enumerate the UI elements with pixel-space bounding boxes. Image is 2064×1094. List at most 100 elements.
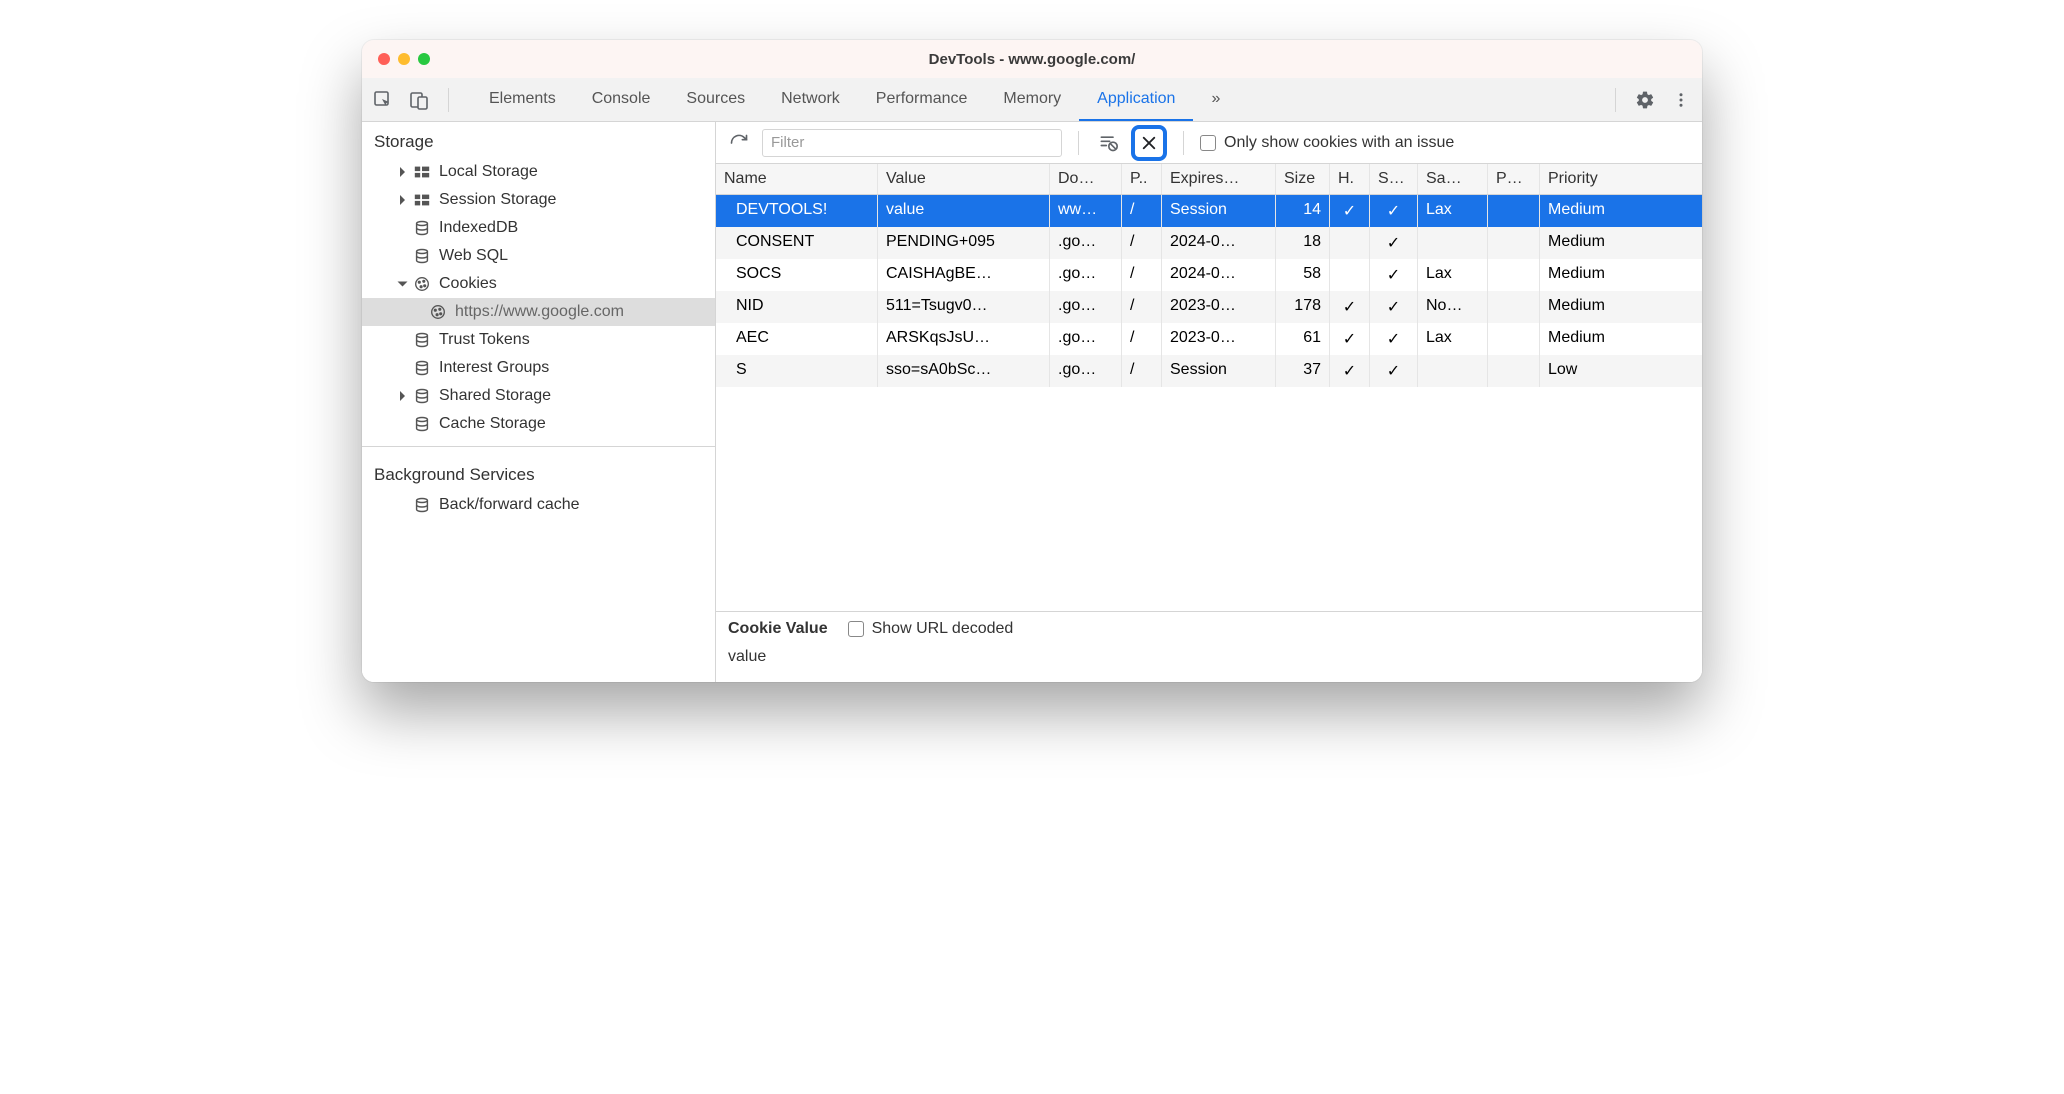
sidebar-item-shared-storage[interactable]: Shared Storage — [362, 382, 715, 410]
cell-domain: .go… — [1050, 355, 1122, 387]
divider — [1183, 131, 1184, 155]
column-header[interactable]: Priority — [1540, 164, 1690, 194]
sidebar-item-interest-groups[interactable]: Interest Groups — [362, 354, 715, 382]
clear-filter-icon[interactable] — [1095, 130, 1121, 156]
column-header[interactable]: Do… — [1050, 164, 1122, 194]
disclosure-triangle-icon[interactable] — [400, 195, 405, 205]
device-toolbar-icon[interactable] — [406, 87, 432, 113]
disclosure-triangle-icon[interactable] — [400, 167, 405, 177]
sidebar-item-label: Web SQL — [439, 247, 508, 265]
cell-secure: ✓ — [1370, 259, 1418, 291]
cell-priority: Medium — [1540, 291, 1690, 323]
tab-performance[interactable]: Performance — [858, 78, 986, 121]
sidebar-item-cookies[interactable]: Cookies — [362, 270, 715, 298]
cell-expires: 2023-0… — [1162, 291, 1276, 323]
divider — [1078, 131, 1079, 155]
db-icon — [413, 496, 431, 514]
settings-icon[interactable] — [1632, 87, 1658, 113]
cell-http — [1330, 259, 1370, 291]
table-row[interactable]: SOCSCAISHAgBE….go…/2024-0…58✓LaxMedium — [716, 259, 1702, 291]
maximize-window-button[interactable] — [418, 53, 430, 65]
column-header[interactable]: Sa… — [1418, 164, 1488, 194]
cookie-icon — [429, 303, 447, 321]
tab-elements[interactable]: Elements — [471, 78, 574, 121]
sidebar-item-https-www-google-com[interactable]: https://www.google.com — [362, 298, 715, 326]
column-header[interactable]: P.. — [1122, 164, 1162, 194]
table-row[interactable]: DEVTOOLS!valueww…/Session14✓✓LaxMedium — [716, 195, 1702, 227]
disclosure-triangle-icon[interactable] — [400, 391, 405, 401]
show-url-decoded-row[interactable]: Show URL decoded — [848, 620, 1014, 638]
more-tabs-icon[interactable]: » — [1193, 78, 1238, 121]
sidebar-item-cache-storage[interactable]: Cache Storage — [362, 410, 715, 438]
show-url-decoded-label: Show URL decoded — [872, 620, 1014, 638]
db-icon — [413, 415, 431, 433]
table-row[interactable]: AECARSKqsJsU….go…/2023-0…61✓✓LaxMedium — [716, 323, 1702, 355]
cell-samesite: No… — [1418, 291, 1488, 323]
sidebar-item-local-storage[interactable]: Local Storage — [362, 158, 715, 186]
column-header[interactable]: Name — [716, 164, 878, 194]
tab-console[interactable]: Console — [574, 78, 669, 121]
show-url-decoded-checkbox[interactable] — [848, 621, 864, 637]
cell-samesite: Lax — [1418, 259, 1488, 291]
inspect-element-icon[interactable] — [370, 87, 396, 113]
cell-secure: ✓ — [1370, 195, 1418, 227]
cell-expires: 2023-0… — [1162, 323, 1276, 355]
filter-input[interactable] — [762, 129, 1062, 157]
cell-path: / — [1122, 259, 1162, 291]
tab-sources[interactable]: Sources — [668, 78, 763, 121]
column-header[interactable]: Expires… — [1162, 164, 1276, 194]
more-icon[interactable] — [1668, 87, 1694, 113]
minimize-window-button[interactable] — [398, 53, 410, 65]
column-header[interactable]: H. — [1330, 164, 1370, 194]
cell-priority: Low — [1540, 355, 1690, 387]
cell-domain: .go… — [1050, 323, 1122, 355]
sidebar-item-label: IndexedDB — [439, 219, 518, 237]
cell-expires: 2024-0… — [1162, 227, 1276, 259]
column-header[interactable]: Value — [878, 164, 1050, 194]
sidebar-item-indexeddb[interactable]: IndexedDB — [362, 214, 715, 242]
cell-expires: 2024-0… — [1162, 259, 1276, 291]
traffic-lights — [362, 53, 430, 65]
table-row[interactable]: NID511=Tsugv0….go…/2023-0…178✓✓No…Medium — [716, 291, 1702, 323]
only-issues-checkbox[interactable] — [1200, 135, 1216, 151]
content-area: Storage Local StorageSession Storage Inde… — [362, 122, 1702, 682]
table-row[interactable]: CONSENTPENDING+095.go…/2024-0…18✓Medium — [716, 227, 1702, 259]
sidebar-item-label: Back/forward cache — [439, 496, 580, 514]
cell-domain: .go… — [1050, 259, 1122, 291]
disclosure-triangle-icon[interactable] — [398, 282, 408, 287]
cell-size: 178 — [1276, 291, 1330, 323]
storage-section-title: Storage — [362, 122, 715, 158]
sidebar-item-back-forward-cache[interactable]: Back/forward cache — [362, 491, 715, 519]
grid-icon — [413, 191, 431, 209]
db-icon — [413, 387, 431, 405]
tab-network[interactable]: Network — [763, 78, 858, 121]
table-row[interactable]: Ssso=sA0bSc….go…/Session37✓✓Low — [716, 355, 1702, 387]
refresh-icon[interactable] — [726, 130, 752, 156]
sidebar-item-label: Interest Groups — [439, 359, 549, 377]
cell-path: / — [1122, 323, 1162, 355]
cell-name: SOCS — [716, 259, 878, 291]
clear-all-cookies-button[interactable] — [1131, 125, 1167, 161]
cell-priority: Medium — [1540, 259, 1690, 291]
sidebar-item-session-storage[interactable]: Session Storage — [362, 186, 715, 214]
window-title: DevTools - www.google.com/ — [362, 51, 1702, 68]
cell-value: value — [878, 195, 1050, 227]
column-header[interactable]: P… — [1488, 164, 1540, 194]
sidebar-item-trust-tokens[interactable]: Trust Tokens — [362, 326, 715, 354]
column-header[interactable]: Size — [1276, 164, 1330, 194]
cell-secure: ✓ — [1370, 355, 1418, 387]
application-sidebar: Storage Local StorageSession Storage Inde… — [362, 122, 716, 682]
tab-memory[interactable]: Memory — [985, 78, 1079, 121]
divider — [362, 446, 715, 447]
sidebar-item-web-sql[interactable]: Web SQL — [362, 242, 715, 270]
devtools-window: DevTools - www.google.com/ ElementsConso… — [362, 40, 1702, 682]
tab-application[interactable]: Application — [1079, 78, 1193, 121]
cell-value: sso=sA0bSc… — [878, 355, 1050, 387]
only-issues-checkbox-row[interactable]: Only show cookies with an issue — [1200, 134, 1454, 152]
sidebar-item-label: https://www.google.com — [455, 303, 624, 321]
cell-partition — [1488, 355, 1540, 387]
cell-partition — [1488, 291, 1540, 323]
close-window-button[interactable] — [378, 53, 390, 65]
cell-name: S — [716, 355, 878, 387]
column-header[interactable]: S… — [1370, 164, 1418, 194]
